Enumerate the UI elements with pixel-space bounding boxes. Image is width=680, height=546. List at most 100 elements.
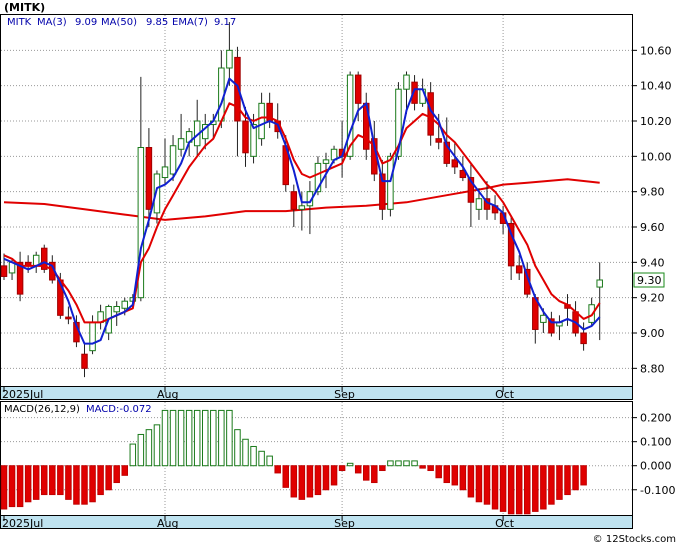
macd-bar-positive	[218, 409, 225, 467]
macd-bar-positive	[153, 424, 161, 467]
legend-ema7-value: 9.17	[214, 17, 236, 28]
price-y-tick-label: 9.40	[640, 256, 665, 269]
ticker-label: (MITK)	[4, 1, 45, 14]
last-price-label: 9.30	[637, 274, 662, 287]
macd-bar-positive	[193, 409, 201, 467]
macd-bar-negative	[41, 465, 48, 496]
price-y-tick-label: 10.60	[640, 44, 672, 57]
price-x-axis-strip	[0, 386, 633, 400]
macd-bar-negative	[379, 465, 386, 472]
stock-chart: 8.80 9.00 9.20 9.40 9.60 9.80 10.00 10.20 10.40 1…	[0, 0, 680, 546]
macd-bar-negative	[274, 465, 281, 474]
macd-bar-positive	[411, 460, 418, 467]
macd-bar-negative	[507, 465, 515, 515]
legend-ma50-label: MA(50)	[101, 17, 137, 28]
macd-bar-negative	[451, 465, 459, 486]
watermark: © 12Stocks.com	[593, 534, 676, 545]
candle	[387, 152, 394, 217]
macd-bar-negative	[314, 465, 322, 496]
macd-bar-positive	[137, 433, 145, 467]
candle-body-up	[475, 198, 483, 210]
price-y-tick-label: 10.40	[640, 80, 672, 93]
candle-body-up	[322, 159, 330, 164]
legend-symbol: MITK	[7, 17, 32, 28]
candle-body-down	[65, 316, 72, 320]
macd-bar-positive	[346, 462, 354, 467]
macd-bar-negative	[443, 465, 450, 484]
price-y-tick-label: 10.20	[640, 115, 672, 128]
macd-bar-negative	[556, 465, 563, 500]
macd-bar-positive	[145, 429, 153, 467]
macd-bar-negative	[81, 465, 88, 505]
price-y-tick-label: 9.60	[640, 221, 665, 234]
macd-bar-negative	[491, 465, 499, 510]
macd-bar-negative	[298, 465, 306, 500]
macd-bar-positive	[387, 460, 394, 467]
macd-bar-positive	[242, 438, 249, 467]
macd-bar-positive	[395, 460, 402, 467]
macd-y-tick-label: 0.100	[640, 436, 672, 449]
candle-body-down	[145, 147, 153, 210]
chart-canvas: 8.80 9.00 9.20 9.40 9.60 9.80 10.00 10.20 10.40 1…	[0, 0, 680, 546]
macd-bar-positive	[403, 460, 410, 467]
macd-x-tick-label: Oct	[495, 517, 515, 530]
macd-bar-negative	[548, 465, 555, 505]
candle-body-up	[596, 279, 603, 288]
macd-bar-positive	[226, 409, 233, 467]
last-price-tag: 9.30	[633, 272, 665, 288]
macd-bar-negative	[467, 465, 475, 498]
candle-body-up	[540, 314, 547, 323]
macd-bar-negative	[371, 465, 378, 484]
macd-bar-negative	[532, 465, 539, 512]
macd-bar-negative	[564, 465, 571, 496]
macd-bar-negative	[57, 465, 64, 496]
candle-body-up	[387, 155, 394, 210]
macd-x-axis-strip	[0, 515, 633, 529]
legend-ma3-label: MA(3)	[37, 17, 67, 28]
macd-bar-negative	[459, 465, 467, 491]
price-y-tick-label: 9.00	[640, 327, 665, 340]
macd-bar-negative	[113, 465, 120, 484]
macd-bar-negative	[419, 465, 426, 469]
macd-bar-negative	[24, 465, 32, 503]
candle-body-up	[250, 124, 257, 157]
macd-bar-negative	[524, 465, 531, 515]
price-x-tick-label: Sep	[334, 388, 355, 401]
candle-body-up	[177, 138, 185, 150]
macd-y-tick-label: 0.000	[640, 460, 672, 473]
candle-body-up	[226, 49, 233, 69]
macd-bar-negative	[322, 465, 330, 491]
macd-bar-negative	[499, 465, 507, 512]
macd-bar-negative	[306, 465, 314, 498]
macd-bar-positive	[185, 409, 193, 467]
macd-bar-negative	[89, 465, 96, 503]
macd-bar-negative	[330, 465, 338, 486]
candle-body-up	[258, 102, 265, 140]
macd-bar-negative	[0, 465, 8, 510]
macd-bar-negative	[515, 465, 523, 515]
macd-bar-negative	[475, 465, 483, 503]
candle-body-up	[113, 306, 120, 313]
macd-bar-negative	[354, 465, 362, 474]
legend-ma50-value: 9.85	[146, 17, 168, 28]
price-x-tick-label: Oct	[495, 388, 515, 401]
candle-body-down	[242, 120, 249, 154]
macd-bar-negative	[73, 465, 80, 505]
macd-bar-positive	[161, 409, 169, 467]
macd-bar-negative	[49, 465, 56, 496]
macd-bar-positive	[177, 409, 185, 467]
macd-bar-positive	[250, 445, 257, 467]
candle-body-up	[403, 74, 410, 90]
candle	[41, 244, 48, 273]
macd-title: MACD(26,12,9)	[4, 404, 80, 415]
macd-bar-negative	[427, 465, 434, 472]
macd-bar-negative	[65, 465, 72, 500]
macd-bar-negative	[338, 465, 346, 472]
macd-bar-negative	[282, 465, 289, 488]
macd-bar-negative	[290, 465, 298, 498]
candle-body-up	[121, 300, 128, 309]
price-y-tick-label: 9.20	[640, 292, 665, 305]
macd-bar-negative	[97, 465, 104, 496]
candle-body-down	[580, 332, 587, 345]
macd-y-tick-label: 0.200	[640, 412, 672, 425]
